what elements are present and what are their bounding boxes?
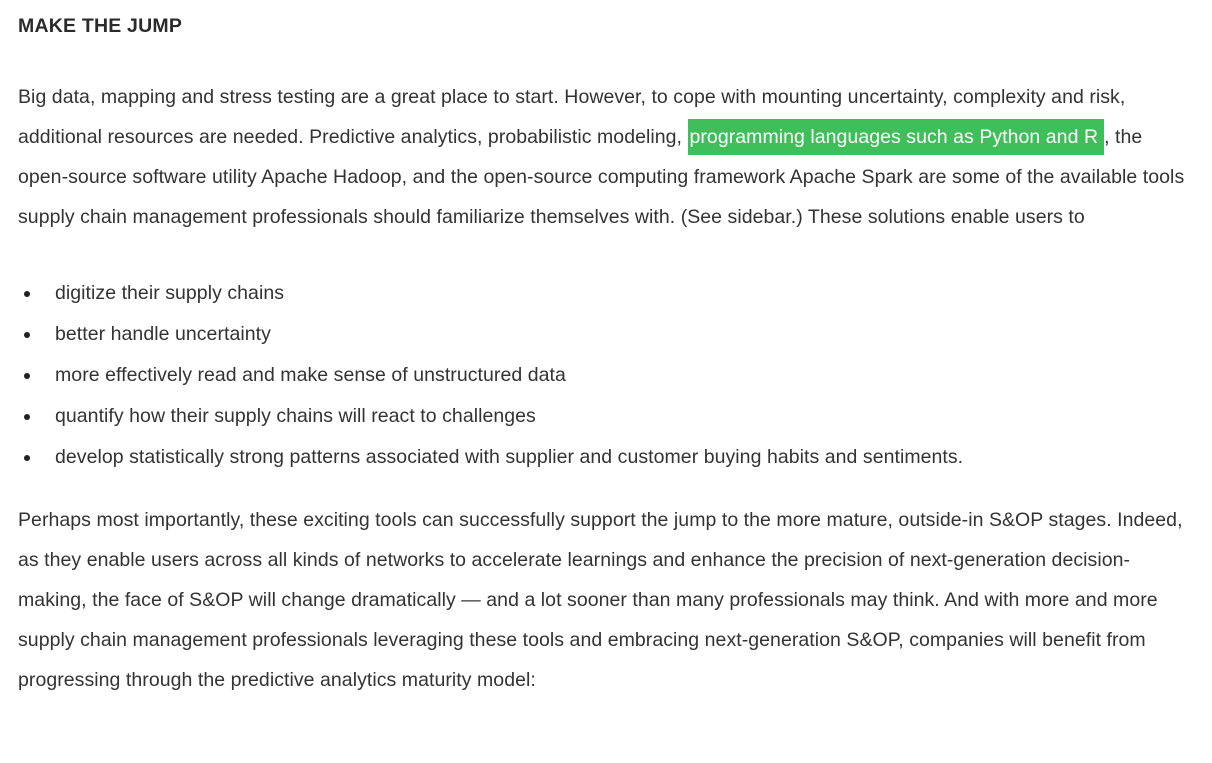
list-item-text: more effectively read and make sense of …	[55, 364, 566, 386]
list-item: better handle uncertainty	[18, 314, 1194, 355]
bullet-icon	[24, 454, 30, 461]
section-heading: MAKE THE JUMP	[18, 15, 183, 37]
bullet-icon	[24, 290, 30, 297]
bullet-icon	[24, 331, 30, 338]
list-item: quantify how their supply chains will re…	[18, 396, 1194, 437]
list-item-text: quantify how their supply chains will re…	[55, 405, 536, 427]
list-item-text: better handle uncertainty	[55, 323, 271, 345]
list-item-text: develop statistically strong patterns as…	[55, 446, 964, 468]
list-item: digitize their supply chains	[18, 273, 1194, 314]
list-item: more effectively read and make sense of …	[18, 355, 1194, 396]
closing-paragraph: Perhaps most importantly, these exciting…	[18, 509, 1183, 691]
bullet-icon	[24, 372, 30, 379]
list-item-text: digitize their supply chains	[55, 282, 285, 304]
intro-paragraph: Big data, mapping and stress testing are…	[18, 77, 1194, 237]
highlighted-text[interactable]: programming languages such as Python and…	[688, 119, 1105, 155]
article-body: MAKE THE JUMP Big data, mapping and stre…	[0, 0, 1212, 700]
list-item: develop statistically strong patterns as…	[18, 437, 1194, 478]
bullet-icon	[24, 413, 30, 420]
benefits-list: digitize their supply chains better hand…	[18, 273, 1194, 478]
